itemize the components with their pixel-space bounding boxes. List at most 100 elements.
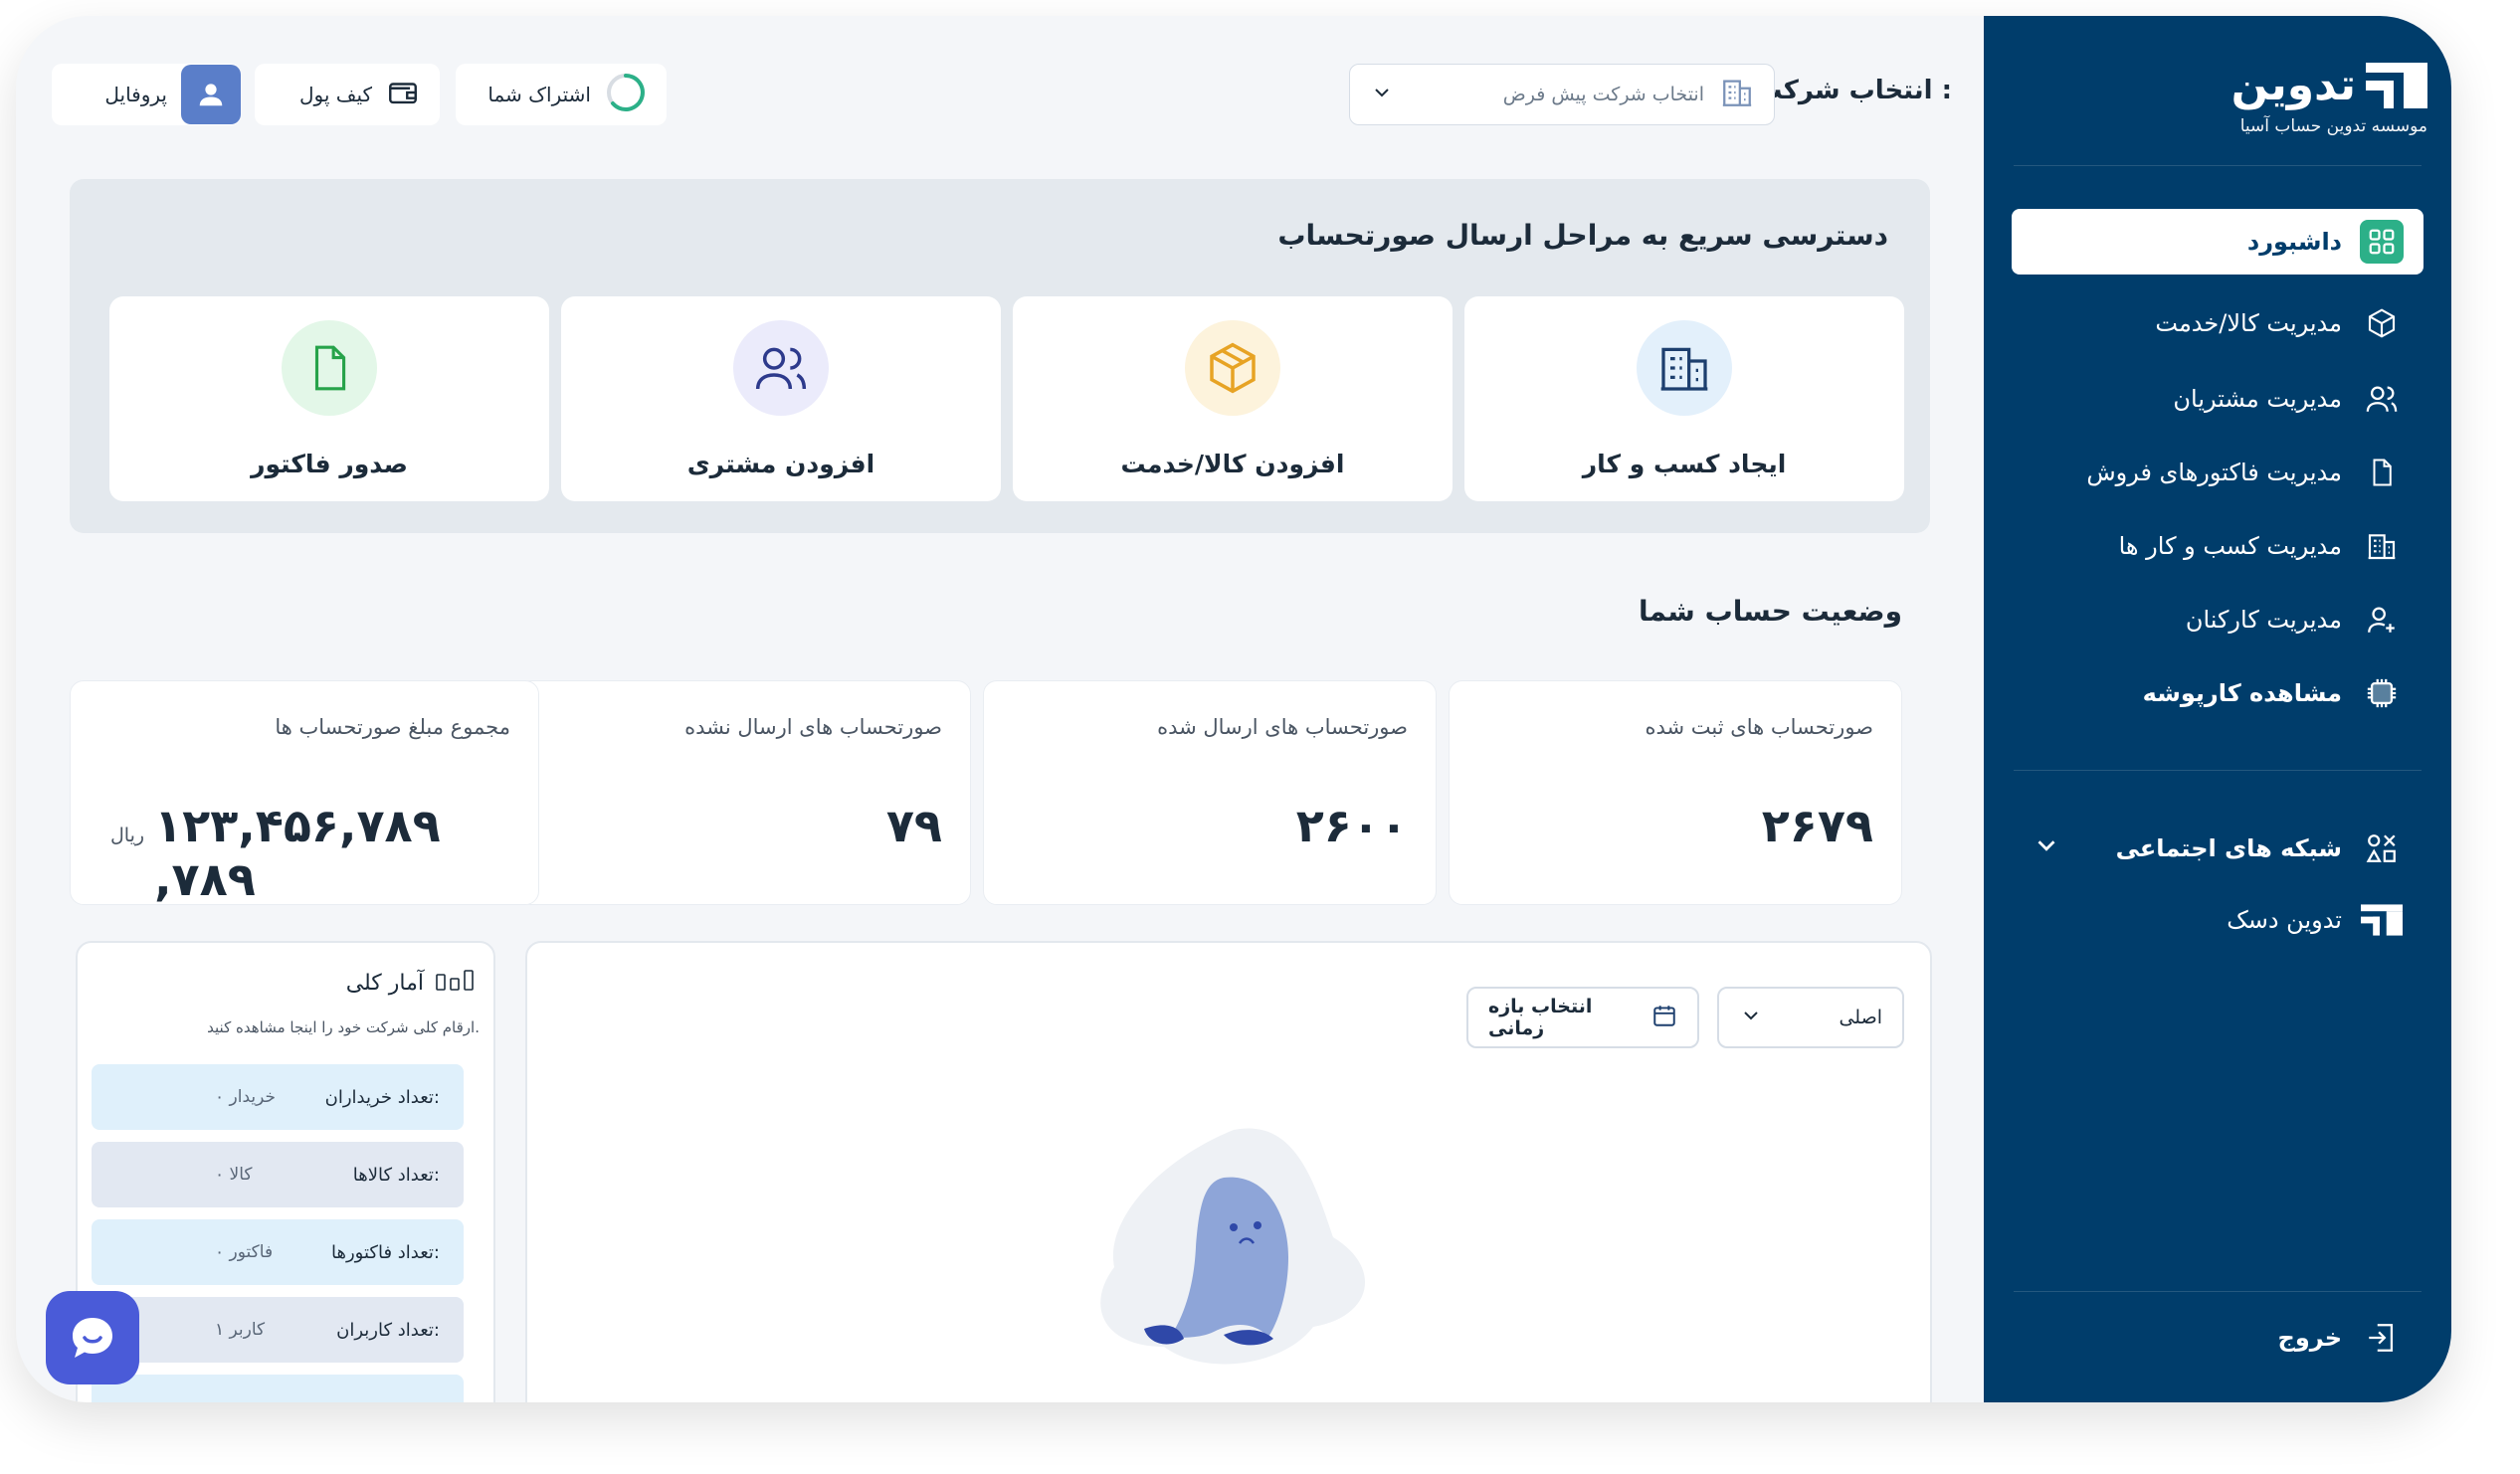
brand-subtitle: موسسه تدوین حساب آسیا bbox=[2239, 116, 2427, 136]
quick-card-label: افزودن مشتری bbox=[686, 450, 875, 478]
tadvin-desk-icon bbox=[2360, 898, 2404, 942]
status-card-title: صورتحساب های ارسال نشده bbox=[684, 715, 942, 739]
box-icon bbox=[1210, 342, 1256, 394]
stats-row-products: تعداد کالاها: ۰ کالا bbox=[92, 1142, 464, 1207]
quick-card-label: صدور فاکتور bbox=[251, 450, 408, 478]
stats-header: آمار کلی bbox=[346, 969, 476, 997]
quick-card-label: افزودن کالا/خدمت bbox=[1120, 450, 1345, 478]
sidebar-item-products[interactable]: مدیریت کالا/خدمت bbox=[2012, 290, 2423, 356]
user-plus-icon bbox=[2360, 598, 2404, 642]
date-range-label: انتخاب بازه زمانی bbox=[1488, 996, 1593, 1039]
app-window: تدوین موسسه تدوین حساب آسیا داشبورد مدیر bbox=[16, 16, 2451, 1402]
quick-issue-invoice[interactable]: صدور فاکتور bbox=[109, 296, 549, 501]
chevron-down-icon[interactable] bbox=[2032, 830, 2061, 866]
sidebar-item-label: داشبورد bbox=[2246, 228, 2342, 256]
status-card-unsent: صورتحساب های ارسال نشده ۷۹ bbox=[517, 680, 971, 905]
building-icon bbox=[2360, 524, 2404, 568]
date-range-button[interactable]: انتخاب بازه زمانی bbox=[1466, 987, 1699, 1048]
icon-circle bbox=[282, 320, 377, 416]
box-icon bbox=[2360, 301, 2404, 345]
document-icon bbox=[314, 345, 346, 391]
sidebar-item-social[interactable]: شبکه های اجتماعی bbox=[2012, 816, 2423, 881]
company-select-label: انتخاب شرکت : bbox=[1756, 76, 1952, 105]
status-card-title: صورتحساب های ارسال شده bbox=[1157, 715, 1408, 739]
stats-row-value: ۰ کالا bbox=[215, 1165, 253, 1185]
stats-row-label: تعداد کاربران: bbox=[336, 1319, 440, 1341]
users-icon bbox=[755, 347, 807, 390]
stats-row-buyers: تعداد خریداران: ۰ خریدار bbox=[92, 1064, 464, 1130]
chat-icon bbox=[73, 1318, 112, 1358]
sidebar-divider bbox=[2014, 1291, 2422, 1292]
tadvin-logo-icon bbox=[2366, 62, 2427, 108]
sidebar-item-invoices[interactable]: مدیریت فاکتورهای فروش bbox=[2012, 440, 2423, 505]
quick-create-business[interactable]: ایجاد کسب و کار bbox=[1464, 296, 1904, 501]
chat-widget-button[interactable] bbox=[46, 1291, 139, 1384]
currency-unit: ریال bbox=[110, 825, 145, 846]
sidebar-item-label: مشاهده کارپوشه bbox=[2142, 679, 2342, 707]
profile-label: پروفایل bbox=[104, 83, 167, 106]
chip-icon bbox=[2360, 671, 2404, 715]
sidebar-item-dashboard[interactable]: داشبورد bbox=[2012, 209, 2423, 275]
icon-circle bbox=[1185, 320, 1280, 416]
status-card-registered: صورتحساب های ثبت شده ۲۶۷۹ bbox=[1449, 680, 1902, 905]
sidebar-item-label: مدیریت کسب و کار ها bbox=[2118, 532, 2342, 560]
shapes-icon bbox=[2360, 827, 2404, 870]
chart-panel: اصلی انتخاب بازه زمانی bbox=[525, 941, 1932, 1402]
icon-circle bbox=[1637, 320, 1732, 416]
brand-logo[interactable]: تدوین موسسه تدوین حساب آسیا bbox=[2209, 60, 2427, 136]
users-icon bbox=[2360, 377, 2404, 421]
status-card-value: ۲۶۷۹ bbox=[1761, 799, 1873, 852]
calendar-icon bbox=[1651, 1003, 1677, 1033]
subscription-label: اشتراک شما bbox=[487, 83, 591, 106]
sidebar-item-employees[interactable]: مدیریت کارکنان bbox=[2012, 587, 2423, 652]
stats-subtitle: ارقام کلی شرکت خود را اینجا مشاهده کنید. bbox=[207, 1018, 480, 1036]
status-card-value: ۲۶۰۰ bbox=[1295, 799, 1408, 852]
stats-row-label: تعداد کالاها: bbox=[352, 1164, 440, 1186]
sidebar: تدوین موسسه تدوین حساب آسیا داشبورد مدیر bbox=[1984, 16, 2451, 1402]
status-card-value: ۷۹ bbox=[885, 799, 942, 852]
status-title: وضعیت حساب شما bbox=[1639, 595, 1902, 628]
icon-circle bbox=[733, 320, 829, 416]
sidebar-divider bbox=[2014, 770, 2422, 771]
status-card-total-amount: مجموع مبلغ صورتحساب ها ۱۲۳,۴۵۶,۷۸۹ ,۷۸۹ … bbox=[70, 680, 539, 906]
company-select[interactable]: انتخاب شرکت پیش فرض bbox=[1349, 64, 1775, 125]
sidebar-item-label: مدیریت فاکتورهای فروش bbox=[2086, 459, 2342, 486]
series-select-value: اصلی bbox=[1839, 1007, 1882, 1028]
sidebar-item-label: شبکه های اجتماعی bbox=[2115, 834, 2342, 862]
sidebar-item-label: تدوین دسک bbox=[2227, 906, 2342, 934]
series-select[interactable]: اصلی bbox=[1717, 987, 1904, 1048]
chevron-down-icon bbox=[1739, 1004, 1763, 1032]
company-select-value: انتخاب شرکت پیش فرض bbox=[1502, 84, 1704, 105]
document-icon bbox=[2360, 451, 2404, 494]
avatar bbox=[181, 65, 241, 124]
bar-chart-icon bbox=[436, 969, 476, 997]
building-icon bbox=[1720, 76, 1754, 114]
subscription-progress-icon bbox=[605, 72, 647, 118]
logout-icon bbox=[2360, 1316, 2404, 1360]
wallet-button[interactable]: کیف پول bbox=[255, 64, 440, 125]
brand-name: تدوین bbox=[2230, 60, 2356, 110]
stats-title: آمار کلی bbox=[345, 970, 424, 996]
stats-row-label: تعداد خریداران: bbox=[324, 1086, 440, 1108]
profile-button[interactable]: پروفایل bbox=[52, 64, 241, 125]
sidebar-divider bbox=[2014, 165, 2422, 166]
quick-access-title: دسترسی سریع به مراحل ارسال صورتحساب bbox=[1277, 219, 1888, 252]
stats-row-users: تعداد کاربران: ۱ کاربر bbox=[92, 1297, 464, 1363]
sidebar-item-tadvin-desk[interactable]: تدوین دسک bbox=[2012, 887, 2423, 953]
empty-state-ghost-icon bbox=[1100, 1128, 1366, 1365]
quick-card-label: ایجاد کسب و کار bbox=[1582, 450, 1787, 478]
quick-add-product[interactable]: افزودن کالا/خدمت bbox=[1013, 296, 1453, 501]
logout-button[interactable]: خروج bbox=[2012, 1305, 2423, 1371]
sidebar-item-businesses[interactable]: مدیریت کسب و کار ها bbox=[2012, 513, 2423, 579]
stats-row-value: ۱ کاربر bbox=[215, 1320, 266, 1340]
quick-access-panel: دسترسی سریع به مراحل ارسال صورتحساب ایجا… bbox=[70, 179, 1930, 533]
amount-value: ۱۲۳,۴۵۶,۷۸۹ ,۷۸۹ bbox=[154, 799, 441, 906]
quick-add-customer[interactable]: افزودن مشتری bbox=[561, 296, 1001, 501]
status-card-sent: صورتحساب های ارسال شده ۲۶۰۰ bbox=[983, 680, 1437, 905]
sidebar-item-customers[interactable]: مدیریت مشتریان bbox=[2012, 366, 2423, 432]
subscription-button[interactable]: اشتراک شما bbox=[456, 64, 667, 125]
sidebar-item-label: مدیریت مشتریان bbox=[2173, 385, 2342, 413]
sidebar-item-workfolder[interactable]: مشاهده کارپوشه bbox=[2012, 660, 2423, 726]
chevron-down-icon bbox=[1370, 81, 1394, 109]
stats-row-invoices: تعداد فاکتورها: ۰ فاکتور bbox=[92, 1219, 464, 1285]
